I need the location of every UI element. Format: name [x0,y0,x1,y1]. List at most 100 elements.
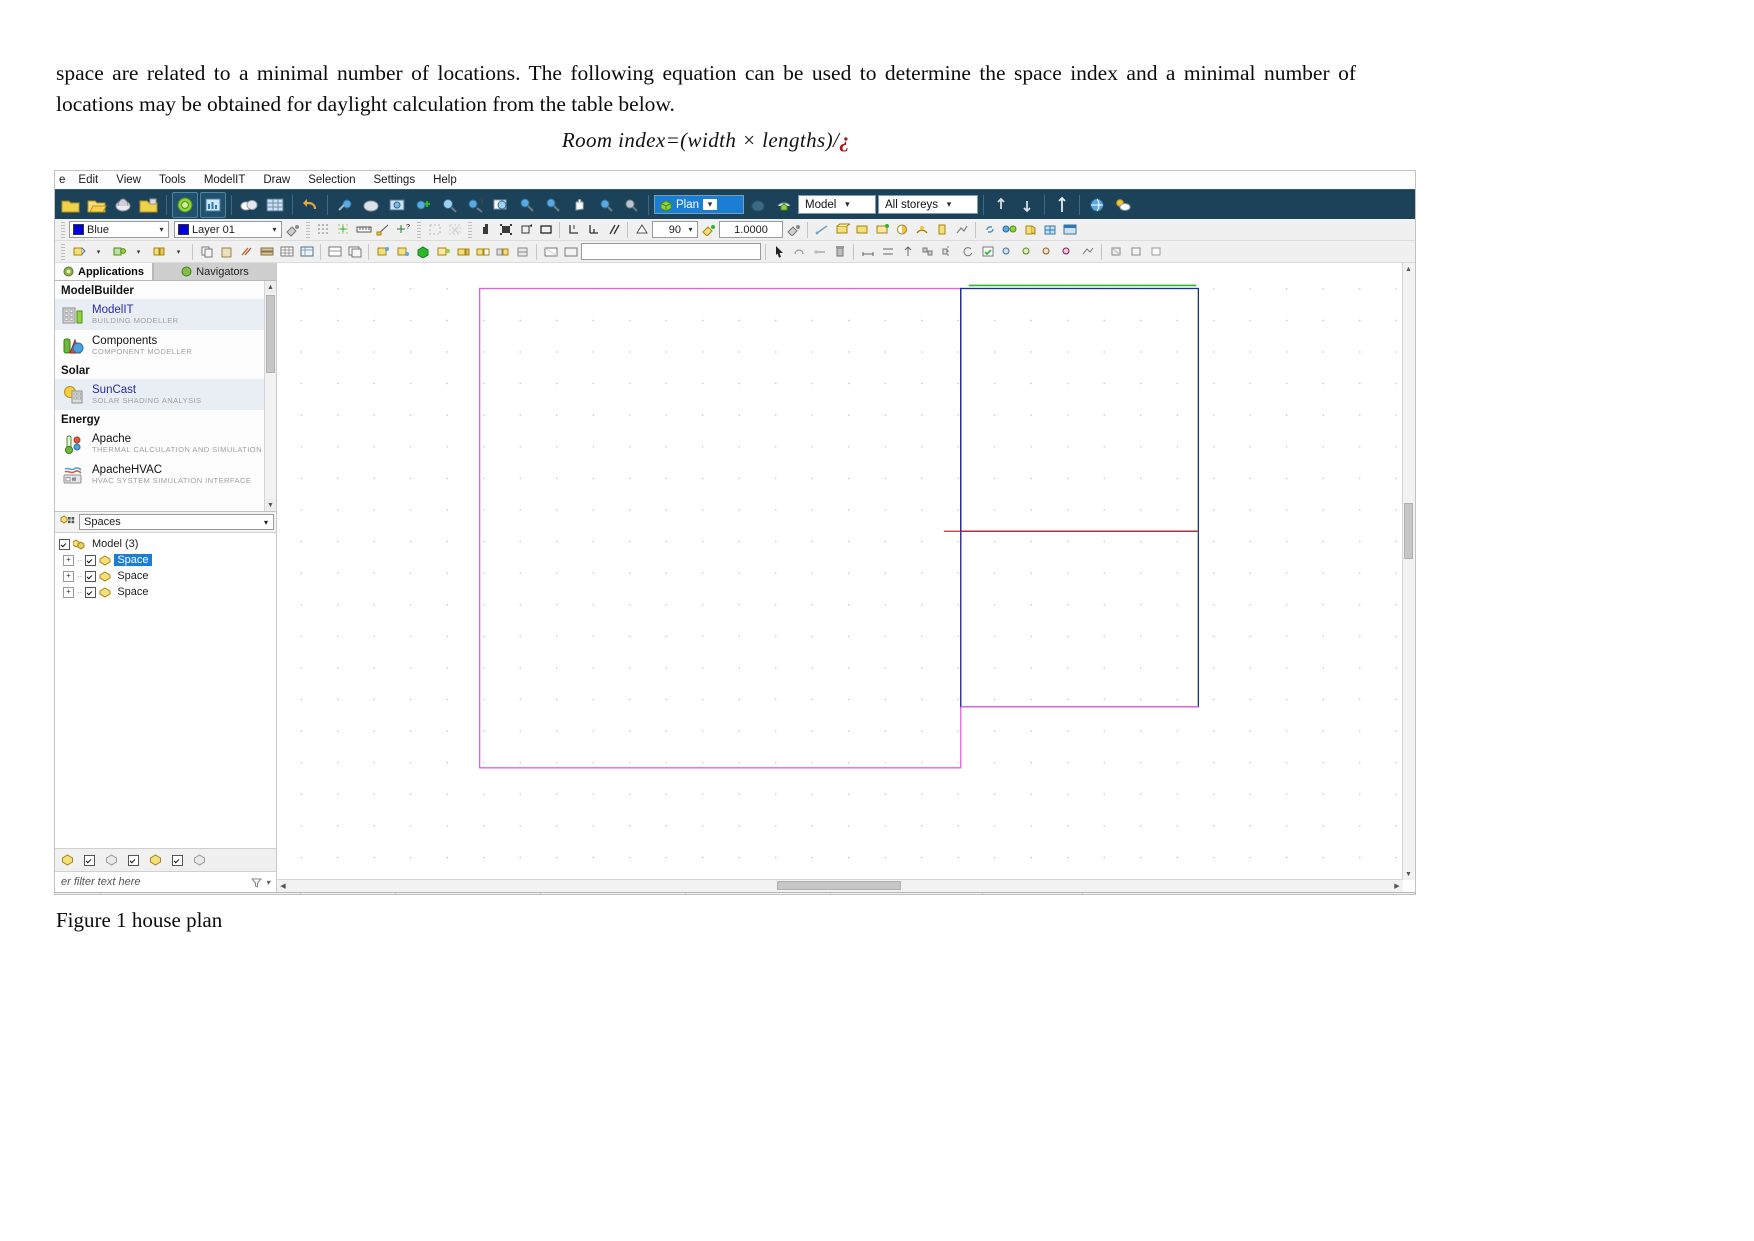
cut-space-icon[interactable] [69,242,88,261]
snap-toggle-icon[interactable] [784,220,803,239]
building-icon[interactable] [111,193,135,217]
storey-down-icon[interactable] [1015,193,1039,217]
draw-circle-icon[interactable] [892,220,911,239]
angle-snap-icon[interactable] [632,220,651,239]
zoom-in-icon[interactable] [515,193,539,217]
array-icon[interactable] [918,242,937,261]
checkbox-filter-3[interactable] [172,854,183,866]
north-arrow-icon[interactable] [1050,193,1074,217]
app-item-modelit[interactable]: ModelIT BUILDING MODELLER [55,299,276,330]
grid-snap-icon[interactable] [334,220,353,239]
chevron-down-icon[interactable]: ▾ [840,199,854,210]
menu-item-modelit[interactable]: ModelIT [195,173,255,187]
hscroll-thumb[interactable] [777,881,901,890]
pointer-select-icon[interactable] [770,242,789,261]
hatch-icon[interactable] [237,242,256,261]
applist-scrollbar[interactable]: ▲ ▼ [264,281,276,511]
app-item-suncast[interactable]: SunCast SOLAR SHADING ANALYSIS [55,379,276,410]
space-visibility-icon-3[interactable] [149,854,162,866]
undo-icon[interactable] [298,193,322,217]
col-header-volume[interactable]: Volume (m³) [396,893,541,894]
tab-navigators[interactable]: Navigators [153,263,276,280]
draw-space-icon[interactable] [832,220,851,239]
search-input[interactable] [581,243,761,260]
checkbox[interactable] [85,554,97,566]
ruler-icon[interactable] [354,220,373,239]
menu-item-draw[interactable]: Draw [254,173,299,187]
expand-icon[interactable]: + [63,586,74,598]
space-visibility-icon-4[interactable] [193,854,206,866]
layers-panel-icon[interactable] [1060,220,1079,239]
tree-node-space-3[interactable]: + ·· Space [57,584,274,600]
snap-distance-input[interactable]: 1.0000 [719,221,783,238]
shaded-view-icon[interactable] [359,193,383,217]
place-object-icon[interactable] [496,220,515,239]
house-plan-drawing[interactable] [277,263,1403,880]
zoom-previous-icon[interactable] [593,193,617,217]
scroll-up-arrow-icon[interactable]: ▲ [265,281,276,293]
model-shadow-icon[interactable] [746,193,770,217]
door-icon[interactable] [1020,220,1039,239]
spaces-filter-bar[interactable]: er filter text here ▾ [55,871,276,892]
rotate-icon[interactable] [958,242,977,261]
dim-icon-3[interactable] [898,242,917,261]
tools-misc4-icon[interactable] [1058,242,1077,261]
chevron-down-icon[interactable]: ▾ [155,225,168,234]
col-header-space-id[interactable]: Space ID [301,893,396,894]
deselect-icon[interactable] [445,220,464,239]
vscroll-thumb[interactable] [1404,503,1413,559]
tools-misc2-icon[interactable] [1018,242,1037,261]
modelit-app-icon[interactable] [172,191,198,218]
split-dropdown-icon[interactable]: ▾ [169,242,188,261]
filter-funnel-icon[interactable] [250,877,262,888]
checkbox-filter-1[interactable] [84,854,95,866]
dim-icon-2[interactable] [878,242,897,261]
join-dropdown-icon[interactable]: ▾ [129,242,148,261]
canvas-horizontal-scrollbar[interactable]: ◀ ▶ [277,879,1403,892]
space-tool-icon[interactable] [373,242,392,261]
col-header-layer[interactable]: Layer [1083,893,1415,894]
perpendicular-icon[interactable] [564,220,583,239]
angle-icon[interactable] [584,220,603,239]
spreadsheet-icon[interactable] [263,193,287,217]
link-icon[interactable] [980,220,999,239]
save-project-icon[interactable] [137,193,161,217]
chevron-down-icon[interactable]: ▾ [684,225,697,234]
zoom-out-icon[interactable] [541,193,565,217]
open-project-icon[interactable] [85,193,109,217]
zoom-extents-icon[interactable] [463,193,487,217]
menu-item-file[interactable]: e [57,173,69,187]
tree-node-space-1[interactable]: + ·· Space [57,552,274,568]
tree-node-space-2[interactable]: + ·· Space [57,568,274,584]
col-header-floor-area[interactable]: Floor Area (m²) [541,893,686,894]
measure-icon[interactable] [374,220,393,239]
expand-icon[interactable]: + [63,554,74,566]
draw-arc-icon[interactable] [912,220,931,239]
tag-icon[interactable] [541,242,560,261]
dim-icon-1[interactable] [858,242,877,261]
canvas-vertical-scrollbar[interactable]: ▲ ▼ [1402,263,1415,880]
chevron-down-icon[interactable]: ▾ [259,518,273,527]
measure-tool-icon[interactable] [790,242,809,261]
toolbar-grip[interactable] [306,221,310,238]
snap-point-icon[interactable]: ? [394,220,413,239]
menu-item-edit[interactable]: Edit [69,173,107,187]
toolbar-grip[interactable] [468,221,472,238]
grid-dots-icon[interactable] [314,220,333,239]
join-space-icon[interactable] [109,242,128,261]
scroll-left-arrow-icon[interactable]: ◀ [277,880,289,891]
snap-grid-icon[interactable] [699,220,718,239]
scroll-up-arrow-icon[interactable]: ▲ [1403,263,1414,275]
grid-table2-icon[interactable] [297,242,316,261]
space-tool4-icon[interactable] [453,242,472,261]
copy-icon[interactable] [197,242,216,261]
col-header-space-name[interactable]: Space Name [101,893,301,894]
new-project-icon[interactable] [59,193,83,217]
tree-node-model[interactable]: Model (3) [57,536,274,552]
draw-line-icon[interactable] [812,220,831,239]
rectangle-icon[interactable] [536,220,555,239]
menu-item-tools[interactable]: Tools [150,173,195,187]
split-space-icon[interactable] [149,242,168,261]
view-type-dropdown[interactable]: Plan ▾ [654,195,744,214]
toolbar-grip[interactable] [417,221,421,238]
